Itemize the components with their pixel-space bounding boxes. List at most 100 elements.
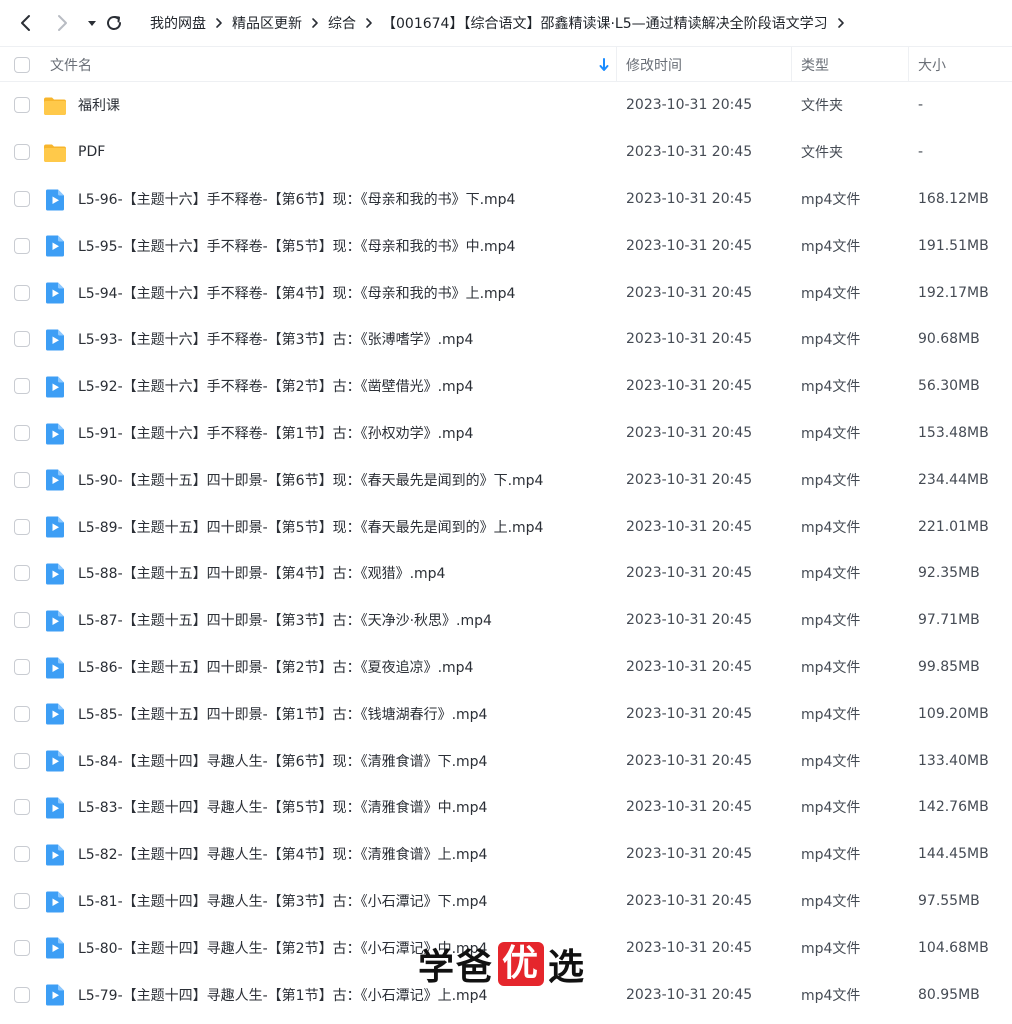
- row-checkbox[interactable]: [14, 471, 30, 488]
- file-name[interactable]: L5-95-【主题十六】手不释卷-【第5节】现：《母亲和我的书》中.mp4: [78, 222, 515, 269]
- file-type: mp4文件: [801, 659, 861, 676]
- breadcrumb-item-my-drive[interactable]: 我的网盘: [150, 13, 206, 33]
- breadcrumb-item-premium-updates[interactable]: 精品区更新: [232, 13, 302, 33]
- column-divider[interactable]: [791, 47, 792, 82]
- video-file-icon: [43, 281, 67, 305]
- file-type: mp4文件: [801, 379, 861, 396]
- row-checkbox[interactable]: [14, 144, 30, 161]
- sort-down-arrow-icon[interactable]: [598, 47, 610, 82]
- back-button[interactable]: [14, 11, 38, 35]
- file-name[interactable]: PDF: [78, 129, 105, 176]
- row-checkbox[interactable]: [14, 846, 30, 863]
- row-checkbox[interactable]: [14, 97, 30, 114]
- file-row[interactable]: L5-82-【主题十四】寻趣人生-【第4节】现：《清雅食谱》上.mp4 2023-…: [0, 831, 1012, 878]
- refresh-icon: [107, 16, 121, 30]
- history-dropdown-button[interactable]: [80, 11, 104, 35]
- file-modified-time: 2023-10-31 20:45: [626, 799, 753, 816]
- file-name[interactable]: L5-93-【主题十六】手不释卷-【第3节】古：《张溥嗜学》.mp4: [78, 316, 473, 363]
- file-name[interactable]: L5-96-【主题十六】手不释卷-【第6节】现：《母亲和我的书》下.mp4: [78, 176, 515, 223]
- file-name[interactable]: L5-92-【主题十六】手不释卷-【第2节】古：《凿壁借光》.mp4: [78, 363, 473, 410]
- file-size: 133.40MB: [918, 752, 989, 769]
- row-checkbox[interactable]: [14, 612, 30, 629]
- file-name[interactable]: L5-84-【主题十四】寻趣人生-【第6节】现：《清雅食谱》下.mp4: [78, 737, 487, 784]
- file-type: mp4文件: [801, 519, 861, 536]
- file-type: mp4文件: [801, 940, 861, 957]
- file-row[interactable]: L5-85-【主题十五】四十即景-【第1节】古：《钱塘湖春行》.mp4 2023-…: [0, 690, 1012, 737]
- file-row[interactable]: L5-87-【主题十五】四十即景-【第3节】古：《天净沙·秋思》.mp4 2023…: [0, 597, 1012, 644]
- row-checkbox[interactable]: [14, 284, 30, 301]
- file-name[interactable]: L5-89-【主题十五】四十即景-【第5节】现：《春天最先是闻到的》上.mp4: [78, 503, 543, 550]
- row-checkbox[interactable]: [14, 892, 30, 909]
- breadcrumb-item-current-folder[interactable]: 【001674】【综合语文】邵鑫精读课·L5—通过精读解决全阶段语文学习: [382, 13, 828, 33]
- file-name[interactable]: L5-94-【主题十六】手不释卷-【第4节】现：《母亲和我的书》上.mp4: [78, 269, 515, 316]
- file-row[interactable]: L5-89-【主题十五】四十即景-【第5节】现：《春天最先是闻到的》上.mp4 2…: [0, 503, 1012, 550]
- breadcrumb-separator-icon: [828, 13, 854, 33]
- file-row[interactable]: L5-83-【主题十四】寻趣人生-【第5节】现：《清雅食谱》中.mp4 2023-…: [0, 784, 1012, 831]
- row-checkbox[interactable]: [14, 331, 30, 348]
- file-name[interactable]: L5-83-【主题十四】寻趣人生-【第5节】现：《清雅食谱》中.mp4: [78, 784, 487, 831]
- folder-row[interactable]: PDF 2023-10-31 20:45 文件夹 -: [0, 129, 1012, 176]
- column-header-modified[interactable]: 修改时间: [626, 47, 682, 82]
- file-name[interactable]: L5-81-【主题十四】寻趣人生-【第3节】古：《小石潭记》下.mp4: [78, 878, 487, 925]
- file-modified-time: 2023-10-31 20:45: [626, 378, 753, 395]
- column-header-size[interactable]: 大小: [918, 47, 946, 82]
- file-row[interactable]: L5-88-【主题十五】四十即景-【第4节】古：《观猎》.mp4 2023-10-…: [0, 550, 1012, 597]
- file-size: 92.35MB: [918, 565, 980, 582]
- row-checkbox[interactable]: [14, 705, 30, 722]
- select-all-checkbox[interactable]: [14, 56, 30, 73]
- row-checkbox[interactable]: [14, 237, 30, 254]
- refresh-button[interactable]: [102, 11, 126, 35]
- file-size: 191.51MB: [918, 237, 989, 254]
- file-row[interactable]: L5-93-【主题十六】手不释卷-【第3节】古：《张溥嗜学》.mp4 2023-1…: [0, 316, 1012, 363]
- row-checkbox[interactable]: [14, 986, 30, 1003]
- caret-down-icon: [88, 21, 96, 26]
- file-type: 文件夹: [801, 98, 843, 115]
- forward-button[interactable]: [50, 11, 74, 35]
- row-checkbox[interactable]: [14, 378, 30, 395]
- row-checkbox[interactable]: [14, 424, 30, 441]
- row-checkbox[interactable]: [14, 190, 30, 207]
- breadcrumb-item-general[interactable]: 综合: [328, 13, 356, 33]
- video-file-icon: [43, 656, 67, 680]
- file-row[interactable]: L5-95-【主题十六】手不释卷-【第5节】现：《母亲和我的书》中.mp4 202…: [0, 222, 1012, 269]
- file-row[interactable]: L5-91-【主题十六】手不释卷-【第1节】古：《孙权劝学》.mp4 2023-1…: [0, 410, 1012, 457]
- file-name[interactable]: 福利课: [78, 82, 120, 129]
- column-header-name[interactable]: 文件名: [50, 47, 92, 82]
- file-row[interactable]: L5-86-【主题十五】四十即景-【第2节】古：《夏夜追凉》.mp4 2023-1…: [0, 644, 1012, 691]
- column-header-type[interactable]: 类型: [801, 47, 829, 82]
- file-name[interactable]: L5-91-【主题十六】手不释卷-【第1节】古：《孙权劝学》.mp4: [78, 410, 473, 457]
- file-modified-time: 2023-10-31 20:45: [626, 284, 753, 301]
- file-size: 80.95MB: [918, 986, 980, 1003]
- file-row[interactable]: L5-90-【主题十五】四十即景-【第6节】现：《春天最先是闻到的》下.mp4 2…: [0, 456, 1012, 503]
- row-checkbox[interactable]: [14, 752, 30, 769]
- file-type: mp4文件: [801, 472, 861, 489]
- row-checkbox[interactable]: [14, 658, 30, 675]
- file-size: 234.44MB: [918, 471, 989, 488]
- file-name[interactable]: L5-88-【主题十五】四十即景-【第4节】古：《观猎》.mp4: [78, 550, 445, 597]
- file-row[interactable]: L5-94-【主题十六】手不释卷-【第4节】现：《母亲和我的书》上.mp4 202…: [0, 269, 1012, 316]
- file-modified-time: 2023-10-31 20:45: [626, 190, 753, 207]
- file-name[interactable]: L5-90-【主题十五】四十即景-【第6节】现：《春天最先是闻到的》下.mp4: [78, 456, 543, 503]
- folder-row[interactable]: 福利课 2023-10-31 20:45 文件夹 -: [0, 82, 1012, 129]
- file-modified-time: 2023-10-31 20:45: [626, 331, 753, 348]
- file-name[interactable]: L5-85-【主题十五】四十即景-【第1节】古：《钱塘湖春行》.mp4: [78, 690, 487, 737]
- column-divider[interactable]: [908, 47, 909, 82]
- file-name[interactable]: L5-87-【主题十五】四十即景-【第3节】古：《天净沙·秋思》.mp4: [78, 597, 492, 644]
- row-checkbox[interactable]: [14, 565, 30, 582]
- watermark-logo: 学爸 优 选: [418, 942, 586, 988]
- file-name[interactable]: L5-82-【主题十四】寻趣人生-【第4节】现：《清雅食谱》上.mp4: [78, 831, 487, 878]
- file-row[interactable]: L5-84-【主题十四】寻趣人生-【第6节】现：《清雅食谱》下.mp4 2023-…: [0, 737, 1012, 784]
- video-file-icon: [43, 234, 67, 258]
- column-divider[interactable]: [616, 47, 617, 82]
- video-file-icon: [43, 936, 67, 960]
- row-checkbox[interactable]: [14, 518, 30, 535]
- file-row[interactable]: L5-81-【主题十四】寻趣人生-【第3节】古：《小石潭记》下.mp4 2023-…: [0, 878, 1012, 925]
- row-checkbox[interactable]: [14, 799, 30, 816]
- chevron-left-icon: [21, 15, 30, 31]
- row-checkbox[interactable]: [14, 939, 30, 956]
- file-name[interactable]: L5-86-【主题十五】四十即景-【第2节】古：《夏夜追凉》.mp4: [78, 644, 473, 691]
- video-file-icon: [43, 375, 67, 399]
- file-row[interactable]: L5-92-【主题十六】手不释卷-【第2节】古：《凿壁借光》.mp4 2023-1…: [0, 363, 1012, 410]
- file-type: mp4文件: [801, 425, 861, 442]
- file-row[interactable]: L5-96-【主题十六】手不释卷-【第6节】现：《母亲和我的书》下.mp4 202…: [0, 176, 1012, 223]
